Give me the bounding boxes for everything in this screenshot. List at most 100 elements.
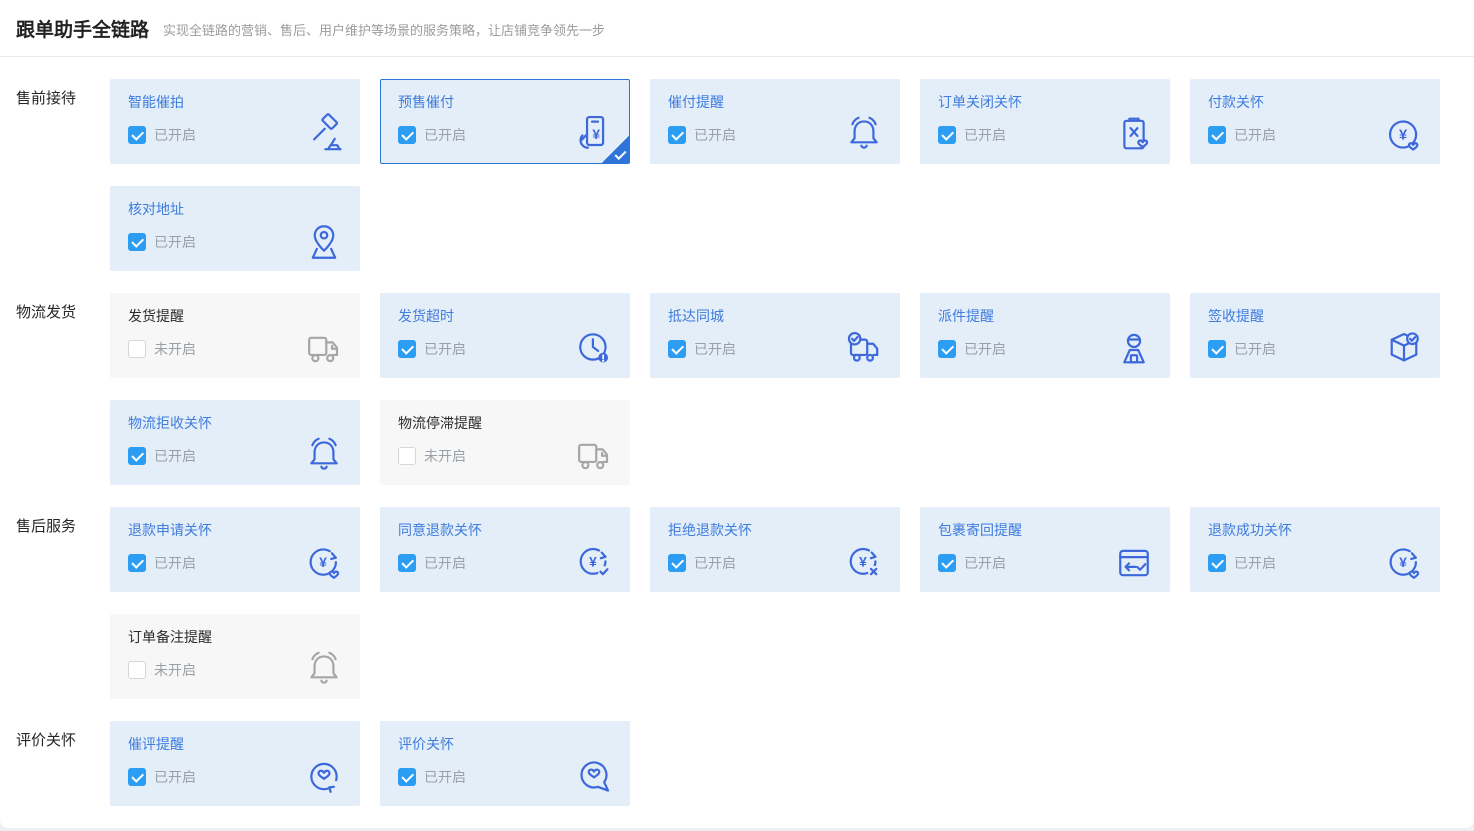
card-toggle-checkbox[interactable]: [1208, 340, 1226, 358]
service-card[interactable]: 发货超时已开启: [380, 293, 630, 378]
service-card[interactable]: 评价关怀已开启: [380, 721, 630, 806]
refund-heart-icon: ¥: [1382, 541, 1426, 585]
heart-cycle-icon: [302, 755, 346, 799]
card-status-label: 已开启: [964, 555, 1006, 571]
card-title: 同意退款关怀: [398, 522, 482, 538]
heart-bubble-icon: [572, 755, 616, 799]
card-title: 付款关怀: [1208, 94, 1264, 110]
card-title: 核对地址: [128, 201, 184, 217]
card-toggle-checkbox[interactable]: [128, 768, 146, 786]
return-card-icon: [1112, 541, 1156, 585]
card-status-label: 已开启: [1234, 555, 1276, 571]
service-card[interactable]: 包裹寄回提醒已开启: [920, 507, 1170, 592]
card-title: 发货超时: [398, 308, 454, 324]
card-title: 物流停滞提醒: [398, 415, 482, 431]
card-title: 抵达同城: [668, 308, 724, 324]
card-toggle-checkbox[interactable]: [398, 447, 416, 465]
card-toggle-checkbox[interactable]: [938, 126, 956, 144]
svg-text:¥: ¥: [589, 554, 597, 569]
gavel-icon: [302, 113, 346, 157]
card-toggle-checkbox[interactable]: [398, 768, 416, 786]
service-card[interactable]: 退款申请关怀 已开启 ¥: [110, 507, 360, 592]
card-toggle-checkbox[interactable]: [1208, 554, 1226, 572]
card-title: 催评提醒: [128, 736, 184, 752]
card-toggle-checkbox[interactable]: [668, 126, 686, 144]
truck-icon: [572, 434, 616, 478]
service-card[interactable]: 物流停滞提醒未开启: [380, 400, 630, 485]
section-label: 评价关怀: [16, 732, 77, 749]
card-status-label: 已开启: [154, 555, 196, 571]
card-status-label: 已开启: [1234, 127, 1276, 143]
card-status-label: 已开启: [154, 448, 196, 464]
truck-check-icon: [842, 327, 886, 371]
card-toggle-checkbox[interactable]: [128, 447, 146, 465]
card-toggle-checkbox[interactable]: [938, 340, 956, 358]
service-card[interactable]: 订单关闭关怀已开启: [920, 79, 1170, 164]
service-card[interactable]: 签收提醒 已开启: [1190, 293, 1440, 378]
card-toggle-checkbox[interactable]: [128, 661, 146, 679]
service-sections: 售前接待 智能催拍 已开启 预售催付 已开启 ¥ 催付提醒 已开启 订单关闭关怀 已开启 付款关怀已…: [0, 57, 1474, 806]
card-status-label: 已开启: [694, 555, 736, 571]
card-status-label: 已开启: [424, 769, 466, 785]
card-status-label: 已开启: [424, 127, 466, 143]
section-row: 售前接待 智能催拍 已开启 预售催付 已开启 ¥ 催付提醒 已开启 订单关闭关怀 已开启 付款关怀已…: [0, 79, 1474, 271]
service-card[interactable]: 拒绝退款关怀 已开启 ¥: [650, 507, 900, 592]
card-toggle-checkbox[interactable]: [668, 554, 686, 572]
card-toggle-checkbox[interactable]: [1208, 126, 1226, 144]
service-card[interactable]: 同意退款关怀 已开启 ¥: [380, 507, 630, 592]
yuan-heart-circle-icon: ¥: [1382, 113, 1426, 157]
card-toggle-checkbox[interactable]: [128, 340, 146, 358]
service-card[interactable]: 发货提醒 未开启: [110, 293, 360, 378]
service-card[interactable]: 付款关怀已开启 ¥: [1190, 79, 1440, 164]
page-subtitle: 实现全链路的营销、售后、用户维护等场景的服务策略，让店铺竞争领先一步: [163, 23, 606, 38]
selected-corner-check-badge: [602, 136, 629, 163]
courier-icon: [1112, 327, 1156, 371]
card-toggle-checkbox[interactable]: [398, 554, 416, 572]
card-title: 包裹寄回提醒: [938, 522, 1022, 538]
card-title: 退款成功关怀: [1208, 522, 1292, 538]
card-toggle-checkbox[interactable]: [668, 340, 686, 358]
card-status-label: 未开启: [154, 662, 196, 678]
card-grid: 退款申请关怀 已开启 ¥ 同意退款关怀 已开启 ¥ 拒绝退款关怀 已开启 ¥ 包裹寄回提醒 已开启退…: [110, 507, 1444, 699]
card-toggle-checkbox[interactable]: [398, 340, 416, 358]
card-toggle-checkbox[interactable]: [128, 233, 146, 251]
service-card[interactable]: 退款成功关怀已开启 ¥: [1190, 507, 1440, 592]
card-title: 智能催拍: [128, 94, 184, 110]
section-label: 售前接待: [16, 90, 77, 107]
card-toggle-checkbox[interactable]: [938, 554, 956, 572]
bell-icon: [302, 648, 346, 692]
service-card[interactable]: 核对地址 已开启: [110, 186, 360, 271]
package-check-icon: [1382, 327, 1426, 371]
card-status-label: 已开启: [964, 341, 1006, 357]
card-toggle-checkbox[interactable]: [128, 554, 146, 572]
service-card[interactable]: 派件提醒 已开启: [920, 293, 1170, 378]
service-card[interactable]: 物流拒收关怀 已开启: [110, 400, 360, 485]
refund-x-icon: ¥: [842, 541, 886, 585]
card-title: 评价关怀: [398, 736, 454, 752]
card-status-label: 已开启: [1234, 341, 1276, 357]
card-grid: 催评提醒 已开启 评价关怀 已开启: [110, 721, 1444, 806]
follow-up-assistant-panel: 跟单助手全链路 实现全链路的营销、售后、用户维护等场景的服务策略，让店铺竞争领先…: [0, 0, 1474, 828]
card-status-label: 已开启: [694, 341, 736, 357]
svg-text:¥: ¥: [592, 127, 600, 142]
service-card[interactable]: 催付提醒 已开启: [650, 79, 900, 164]
card-status-label: 未开启: [424, 448, 466, 464]
service-card[interactable]: 智能催拍已开启: [110, 79, 360, 164]
map-pin-icon: [302, 220, 346, 264]
service-card[interactable]: 预售催付已开启 ¥: [380, 79, 630, 164]
card-status-label: 已开启: [154, 127, 196, 143]
card-status-label: 未开启: [154, 341, 196, 357]
service-card[interactable]: 订单备注提醒 未开启: [110, 614, 360, 699]
card-status-label: 已开启: [964, 127, 1006, 143]
bell-icon: [302, 434, 346, 478]
page-title: 跟单助手全链路: [16, 19, 150, 41]
card-title: 预售催付: [398, 94, 454, 110]
card-toggle-checkbox[interactable]: [128, 126, 146, 144]
card-grid: 智能催拍 已开启 预售催付 已开启 ¥ 催付提醒 已开启 订单关闭关怀 已开启 付款关怀 已开启 ¥ 核…: [110, 79, 1444, 271]
service-card[interactable]: 抵达同城已开启: [650, 293, 900, 378]
card-status-label: 已开启: [424, 341, 466, 357]
card-toggle-checkbox[interactable]: [398, 126, 416, 144]
card-status-label: 已开启: [694, 127, 736, 143]
service-card[interactable]: 催评提醒 已开启: [110, 721, 360, 806]
card-title: 订单关闭关怀: [938, 94, 1022, 110]
